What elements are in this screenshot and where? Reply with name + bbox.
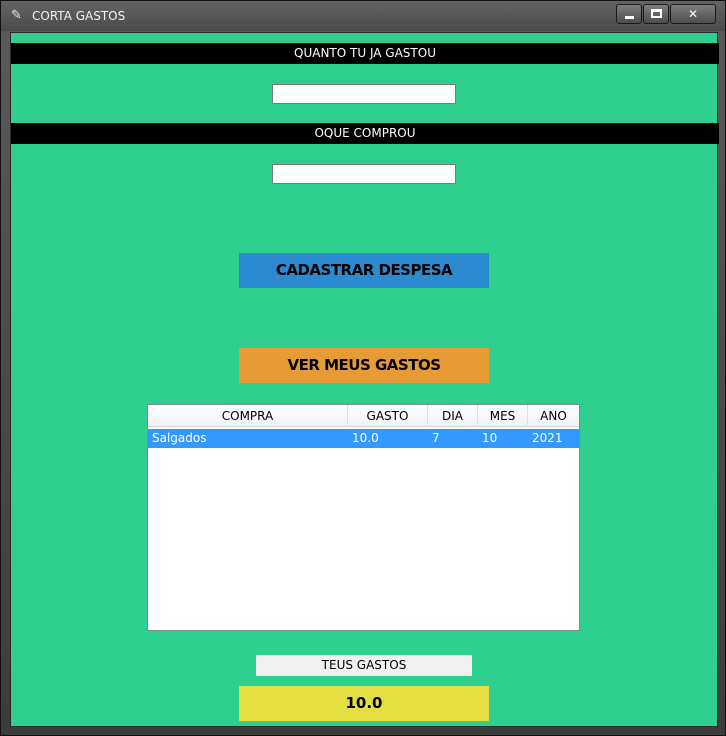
cell-gasto: 10.0 [352,431,379,445]
main-panel: QUANTO TU JA GASTOU OQUE COMPROU CADASTR… [10,32,719,727]
close-icon: ✕ [687,7,699,21]
feather-icon: ✎ [11,8,22,23]
cell-dia: 7 [432,431,440,445]
app-window: ✎ CORTA GASTOS ✕ QUANTO TU JA GASTOU OQU… [0,0,726,736]
amount-label: QUANTO TU JA GASTOU [11,43,719,64]
cell-mes: 10 [482,431,498,445]
register-expense-button[interactable]: CADASTRAR DESPESA [239,253,489,288]
column-header-gasto[interactable]: GASTO [348,405,428,427]
column-header-mes[interactable]: MES [478,405,528,427]
item-label: OQUE COMPROU [11,123,719,144]
minimize-button[interactable] [616,4,642,24]
total-label: TEUS GASTOS [256,655,472,676]
maximize-button[interactable] [643,4,669,24]
cell-ano: 2021 [532,431,563,445]
table-row[interactable]: Salgados 10.0 7 10 2021 [148,429,579,448]
total-value: 10.0 [239,686,489,721]
column-header-ano[interactable]: ANO [528,405,579,427]
maximize-icon [651,9,662,18]
column-header-dia[interactable]: DIA [428,405,478,427]
amount-input[interactable] [272,84,456,104]
item-input[interactable] [272,164,456,184]
close-button[interactable]: ✕ [670,4,716,24]
expenses-table[interactable]: COMPRA GASTO DIA MES ANO Salgados 10.0 7… [147,404,580,631]
minimize-icon [625,16,634,19]
view-expenses-button[interactable]: VER MEUS GASTOS [239,348,489,383]
column-header-compra[interactable]: COMPRA [148,405,348,427]
table-header: COMPRA GASTO DIA MES ANO [148,405,579,427]
title-bar[interactable]: ✎ CORTA GASTOS ✕ [1,1,725,31]
cell-compra: Salgados [152,431,207,445]
window-title: CORTA GASTOS [32,9,126,23]
